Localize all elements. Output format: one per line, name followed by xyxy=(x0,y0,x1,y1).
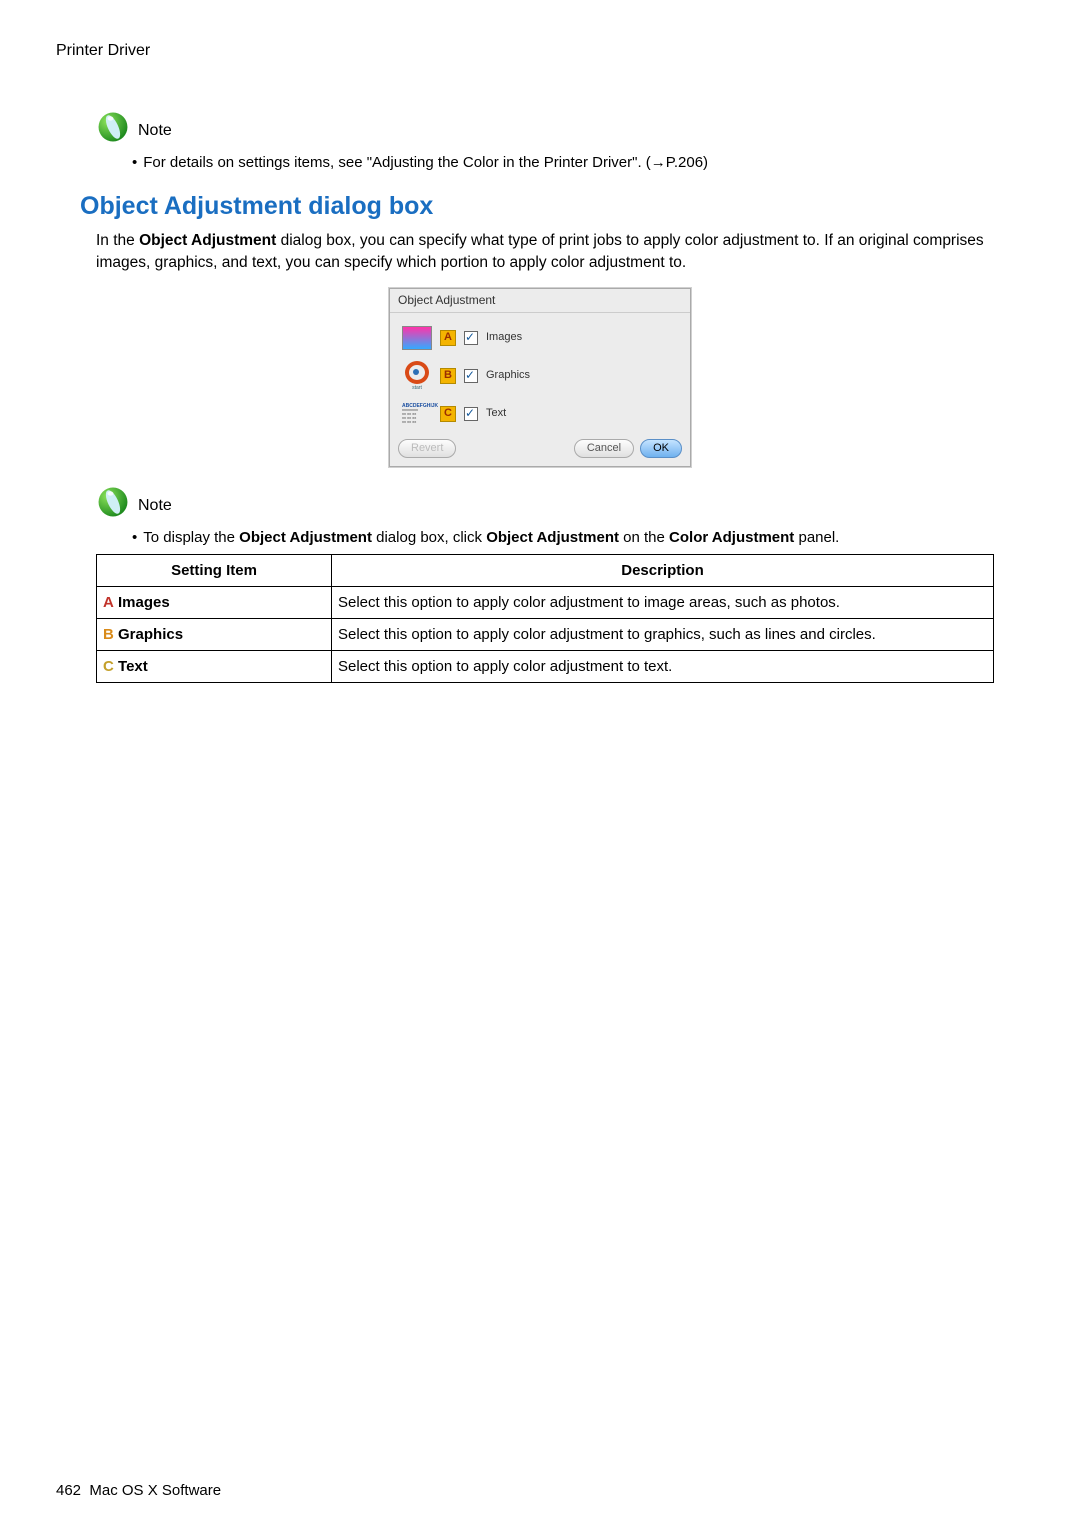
text-thumb-icon: ABCDEFGHIJKxxxxxxxxxx xx xxxx xx xxxx xx… xyxy=(400,399,434,429)
marker-a: A xyxy=(440,330,456,346)
dialog-screenshot: Object Adjustment A Images start B Graph… xyxy=(56,288,1024,467)
table-row: B Graphics Select this option to apply c… xyxy=(97,618,994,650)
table-row: C Text Select this option to apply color… xyxy=(97,650,994,682)
row-desc: Select this option to apply color adjust… xyxy=(332,650,994,682)
note1-bullet: • For details on settings items, see "Ad… xyxy=(132,152,994,173)
th-description: Description xyxy=(332,554,994,586)
t: Color Adjustment xyxy=(669,529,794,546)
dialog-title: Object Adjustment xyxy=(390,289,690,313)
t: panel. xyxy=(794,529,839,546)
dialog-row-graphics: start B Graphics xyxy=(400,357,680,395)
t: Object Adjustment xyxy=(239,529,372,546)
marker-c: C xyxy=(440,406,456,422)
row-name: Text xyxy=(118,658,148,675)
row-letter: A xyxy=(103,594,114,611)
cancel-button[interactable]: Cancel xyxy=(574,439,634,458)
row-desc: Select this option to apply color adjust… xyxy=(332,618,994,650)
page: Printer Driver Note • For details on set… xyxy=(0,0,1080,1527)
note-icon xyxy=(96,485,130,519)
ok-button[interactable]: OK xyxy=(640,439,682,458)
t: Object Adjustment xyxy=(486,529,619,546)
note2-bullet: • To display the Object Adjustment dialo… xyxy=(132,527,994,548)
footer-section: Mac OS X Software xyxy=(89,1482,221,1499)
dialog-row-images: A Images xyxy=(400,319,680,357)
dialog-row-text: ABCDEFGHIJKxxxxxxxxxx xx xxxx xx xxxx xx… xyxy=(400,395,680,433)
row-letter: C xyxy=(103,658,114,675)
th-setting: Setting Item xyxy=(97,554,332,586)
note1-text: For details on settings items, see "Adju… xyxy=(143,152,708,173)
page-header: Printer Driver xyxy=(56,40,1024,62)
bullet-icon: • xyxy=(132,527,137,548)
row-name: Images xyxy=(118,594,170,611)
text-checkbox-label: Text xyxy=(486,406,506,421)
text-checkbox[interactable] xyxy=(464,407,478,421)
row-letter: B xyxy=(103,626,114,643)
images-thumb-icon xyxy=(400,323,434,353)
table-row: A Images Select this option to apply col… xyxy=(97,586,994,618)
note-label: Note xyxy=(138,495,172,519)
note-block-2: Note xyxy=(96,485,1024,519)
graphics-thumb-icon: start xyxy=(400,361,434,391)
graphics-checkbox[interactable] xyxy=(464,369,478,383)
bullet-icon: • xyxy=(132,152,137,173)
dialog-body: A Images start B Graphics ABCDEFGHIJKxxx… xyxy=(390,313,690,435)
page-number: 462 xyxy=(56,1482,81,1499)
t: on the xyxy=(619,529,669,546)
intro-paragraph: In the Object Adjustment dialog box, you… xyxy=(96,230,994,273)
graphics-checkbox-label: Graphics xyxy=(486,368,530,383)
images-checkbox-label: Images xyxy=(486,330,522,345)
page-footer: 462 Mac OS X Software xyxy=(56,1480,221,1501)
intro-prefix: In the xyxy=(96,232,139,249)
note-icon xyxy=(96,110,130,144)
revert-button[interactable]: Revert xyxy=(398,439,456,458)
note-label: Note xyxy=(138,120,172,144)
section-heading: Object Adjustment dialog box xyxy=(80,189,1024,224)
row-desc: Select this option to apply color adjust… xyxy=(332,586,994,618)
note2-text: To display the Object Adjustment dialog … xyxy=(143,527,839,548)
row-name: Graphics xyxy=(118,626,183,643)
note-block-1: Note xyxy=(96,110,1024,144)
object-adjustment-dialog: Object Adjustment A Images start B Graph… xyxy=(389,288,691,467)
intro-bold: Object Adjustment xyxy=(139,232,276,249)
t: To display the xyxy=(143,529,239,546)
settings-table: Setting Item Description A Images Select… xyxy=(96,554,994,683)
t: dialog box, click xyxy=(372,529,486,546)
images-checkbox[interactable] xyxy=(464,331,478,345)
dialog-button-row: Revert Cancel OK xyxy=(390,435,690,466)
marker-b: B xyxy=(440,368,456,384)
